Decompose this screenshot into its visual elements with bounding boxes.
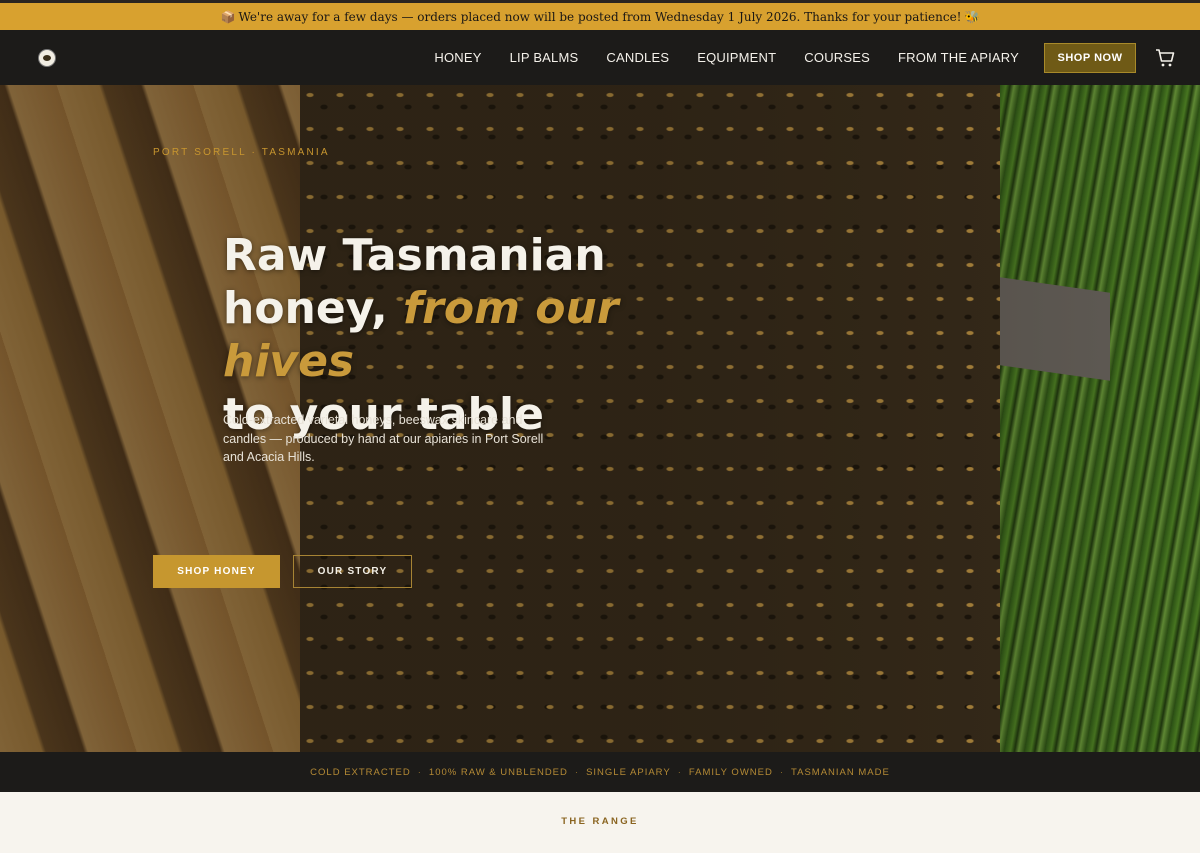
trust-separator: · <box>677 766 682 778</box>
trust-separator: · <box>417 766 422 778</box>
announcement-text: We're away for a few days — orders place… <box>238 9 962 24</box>
package-icon: 📦 <box>220 9 236 24</box>
announcement-bar: 📦 We're away for a few days — orders pla… <box>0 0 1200 30</box>
trust-separator: · <box>779 766 785 778</box>
range-section: THE RANGE <box>0 792 1200 853</box>
nav-item-candles[interactable]: CANDLES <box>606 50 669 65</box>
trust-item-raw-unblended: 100% RAW & UNBLENDED <box>428 766 568 778</box>
hero-description: Cold-extracted varietal honeys, beeswax … <box>223 413 544 464</box>
shop-honey-button[interactable]: SHOP HONEY <box>153 555 280 588</box>
nav-links: HONEY LIP BALMS CANDLES EQUIPMENT COURSE… <box>434 30 1019 85</box>
nav-item-courses[interactable]: COURSES <box>804 50 870 65</box>
bee-icon: 🐝 <box>964 9 980 24</box>
nav-item-equipment[interactable]: EQUIPMENT <box>697 50 776 65</box>
trust-separator: · <box>574 766 580 778</box>
cart-icon[interactable] <box>1155 48 1175 68</box>
hero-title-line-2-prefix: honey, <box>223 283 404 334</box>
hero-title: Raw Tasmanian honey, from our hives to y… <box>223 229 743 441</box>
trust-item-family-owned: FAMILY OWNED <box>688 766 773 778</box>
hero-title-line-1: Raw Tasmanian <box>223 230 606 281</box>
trust-item-tasmanian-made: TASMANIAN MADE <box>791 766 890 778</box>
nav-item-honey[interactable]: HONEY <box>434 50 481 65</box>
bee-logo-icon[interactable] <box>38 49 56 67</box>
trust-item-single-apiary: SINGLE APIARY <box>586 766 671 778</box>
nav-item-from-the-apiary[interactable]: FROM THE APIARY <box>898 50 1019 65</box>
trust-strip: COLD EXTRACTED · 100% RAW & UNBLENDED · … <box>0 752 1200 792</box>
our-story-button[interactable]: OUR STORY <box>293 555 412 588</box>
hero-section: PORT SORELL · TASMANIA Raw Tasmanian hon… <box>0 85 1200 752</box>
range-title: THE RANGE <box>561 816 639 827</box>
nav-item-lip-balms[interactable]: LIP BALMS <box>510 50 579 65</box>
shop-now-button[interactable]: SHOP NOW <box>1044 43 1136 73</box>
hero-eyebrow: PORT SORELL · TASMANIA <box>153 147 330 158</box>
trust-item-cold-extracted: COLD EXTRACTED <box>310 766 411 778</box>
main-navigation: HONEY LIP BALMS CANDLES EQUIPMENT COURSE… <box>0 30 1200 85</box>
